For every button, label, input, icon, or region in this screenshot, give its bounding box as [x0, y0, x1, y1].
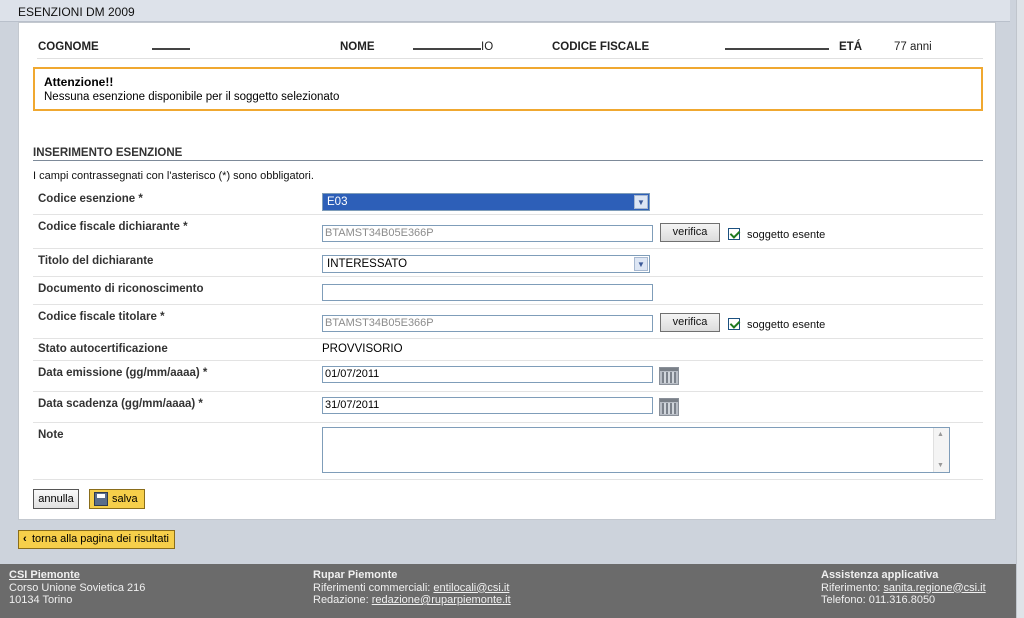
- page-scrollbar[interactable]: [1016, 0, 1024, 618]
- note-label: Note: [38, 429, 64, 441]
- verifica-titolare-button[interactable]: verifica: [660, 313, 720, 332]
- calendar-icon[interactable]: [659, 367, 679, 385]
- documento-input[interactable]: [322, 284, 653, 301]
- cf-titolare-input[interactable]: BTAMST34B05E366P: [322, 315, 653, 332]
- alert-message: Nessuna esenzione disponibile per il sog…: [44, 91, 340, 103]
- footer: CSI Piemonte Corso Unione Sovietica 216 …: [0, 564, 1016, 618]
- row-data-scadenza: Data scadenza (gg/mm/aaaa) * 31/07/2011: [33, 392, 983, 423]
- row-titolo-dichiarante: Titolo del dichiarante INTERESSATO ▼: [33, 249, 983, 277]
- row-note: Note ▲ ▼: [33, 423, 983, 480]
- page-header: ESENZIONI DM 2009: [0, 0, 1010, 22]
- cf-dichiarante-label: Codice fiscale dichiarante *: [38, 221, 188, 233]
- note-textarea[interactable]: ▲ ▼: [322, 427, 950, 473]
- data-emissione-label: Data emissione (gg/mm/aaaa) *: [38, 367, 208, 379]
- row-stato: Stato autocertificazione PROVVISORIO: [33, 339, 983, 361]
- data-scadenza-label: Data scadenza (gg/mm/aaaa) *: [38, 398, 203, 410]
- row-data-emissione: Data emissione (gg/mm/aaaa) * 01/07/2011: [33, 361, 983, 392]
- stato-value: PROVVISORIO: [322, 343, 403, 355]
- entilocali-link[interactable]: entilocali@csi.it: [433, 582, 509, 594]
- page-title: ESENZIONI DM 2009: [18, 5, 135, 19]
- cf-dichiarante-input[interactable]: BTAMST34B05E366P: [322, 225, 653, 242]
- nome-value: IO: [413, 41, 493, 53]
- scroll-up-icon[interactable]: ▲: [937, 431, 944, 438]
- cognome-value-redacted: [152, 41, 190, 53]
- row-codice-esenzione: Codice esenzione * E03 ▼: [33, 187, 983, 215]
- soggetto-esente-checkbox-dichiarante[interactable]: [728, 228, 740, 240]
- cf-value-redacted: [725, 41, 829, 53]
- warning-alert: Attenzione!! Nessuna esenzione disponibi…: [33, 67, 983, 111]
- soggetto-esente-label: soggetto esente: [747, 229, 826, 241]
- cf-label: CODICE FISCALE: [552, 41, 650, 53]
- soggetto-esente-label: soggetto esente: [747, 319, 826, 331]
- row-cf-titolare: Codice fiscale titolare * BTAMST34B05E36…: [33, 305, 983, 339]
- data-emissione-input[interactable]: 01/07/2011: [322, 366, 653, 383]
- annulla-button[interactable]: annulla: [33, 489, 79, 509]
- verifica-dichiarante-button[interactable]: verifica: [660, 223, 720, 242]
- codice-esenzione-select[interactable]: E03 ▼: [322, 193, 650, 211]
- soggetto-esente-checkbox-titolare[interactable]: [728, 318, 740, 330]
- alert-title: Attenzione!!: [44, 75, 114, 89]
- stato-label: Stato autocertificazione: [38, 343, 168, 355]
- required-note: I campi contrassegnati con l'asterisco (…: [33, 170, 314, 182]
- chevron-down-icon[interactable]: ▼: [634, 257, 648, 271]
- titolo-dichiarante-label: Titolo del dichiarante: [38, 255, 154, 267]
- main-panel: COGNOME NOME IO CODICE FISCALE ETÁ 77 an…: [18, 22, 996, 520]
- cf-titolare-label: Codice fiscale titolare *: [38, 311, 165, 323]
- footer-rupar: Rupar Piemonte Riferimenti commerciali: …: [313, 569, 511, 606]
- scroll-down-icon[interactable]: ▼: [937, 462, 944, 469]
- data-scadenza-input[interactable]: 31/07/2011: [322, 397, 653, 414]
- chevron-left-icon: ‹: [23, 533, 27, 545]
- section-title: INSERIMENTO ESENZIONE: [33, 147, 983, 161]
- cognome-label: COGNOME: [38, 41, 99, 53]
- note-scrollbar[interactable]: ▲ ▼: [933, 428, 949, 472]
- row-documento: Documento di riconoscimento: [33, 277, 983, 305]
- salva-button[interactable]: salva: [89, 489, 145, 509]
- titolo-dichiarante-select[interactable]: INTERESSATO ▼: [322, 255, 650, 273]
- eta-value: 77 anni: [894, 41, 932, 53]
- codice-esenzione-label: Codice esenzione *: [38, 193, 143, 205]
- footer-csi: CSI Piemonte Corso Unione Sovietica 216 …: [9, 569, 146, 606]
- eta-label: ETÁ: [839, 41, 862, 53]
- csi-link[interactable]: CSI Piemonte: [9, 569, 80, 581]
- calendar-icon[interactable]: [659, 398, 679, 416]
- documento-label: Documento di riconoscimento: [38, 283, 204, 295]
- chevron-down-icon[interactable]: ▼: [634, 195, 648, 209]
- row-cf-dichiarante: Codice fiscale dichiarante * BTAMST34B05…: [33, 215, 983, 249]
- assistenza-link[interactable]: sanita.regione@csi.it: [883, 582, 985, 594]
- footer-assistenza: Assistenza applicativa Riferimento: sani…: [821, 569, 986, 606]
- nome-label: NOME: [340, 41, 375, 53]
- save-disk-icon: [94, 492, 108, 506]
- back-to-results-button[interactable]: ‹ torna alla pagina dei risultati: [18, 530, 175, 549]
- patient-info-row: COGNOME NOME IO CODICE FISCALE ETÁ 77 an…: [37, 41, 983, 59]
- redazione-link[interactable]: redazione@ruparpiemonte.it: [372, 594, 511, 606]
